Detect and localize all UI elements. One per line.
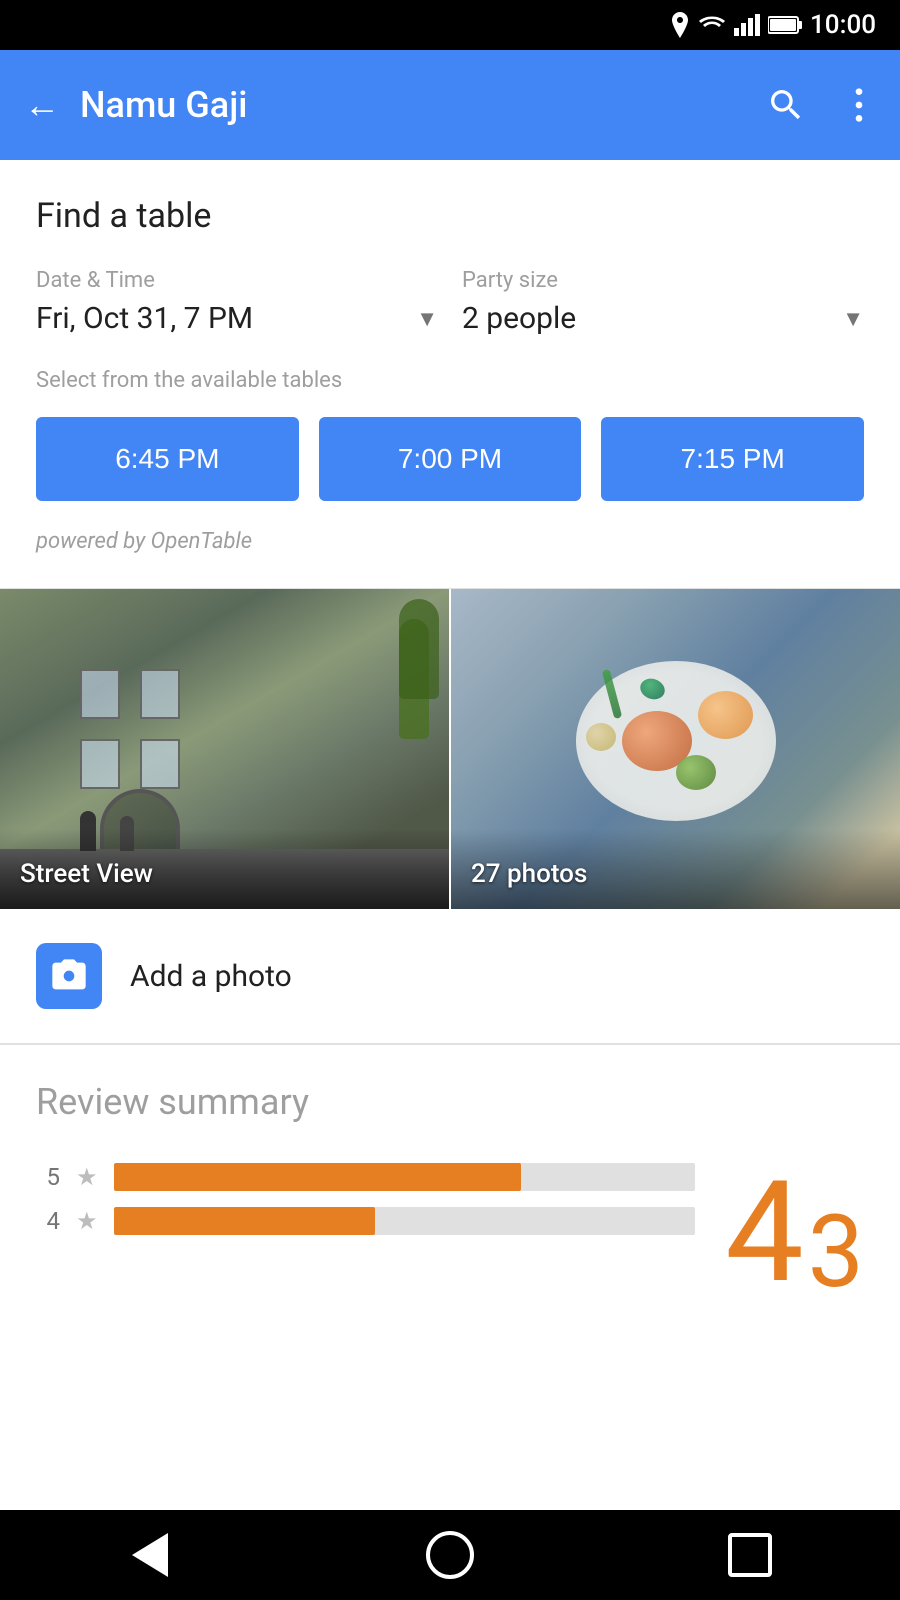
search-icon[interactable]: [766, 85, 806, 125]
date-time-field[interactable]: Date & Time Fri, Oct 31, 7 PM ▼: [36, 268, 438, 336]
main-content: Find a table Date & Time Fri, Oct 31, 7 …: [0, 160, 900, 1433]
time-slot-715[interactable]: 7:15 PM: [601, 417, 864, 501]
date-time-label: Date & Time: [36, 268, 438, 293]
rating-row-4: 4 ★: [36, 1207, 695, 1235]
food-photo[interactable]: 27 photos: [451, 589, 900, 909]
street-view-label: Street View: [20, 859, 153, 889]
date-time-value: Fri, Oct 31, 7 PM: [36, 301, 253, 336]
big-rating-display: 4 3: [695, 1163, 864, 1303]
date-time-arrow-icon: ▼: [416, 306, 438, 332]
party-size-dropdown[interactable]: 2 people ▼: [462, 301, 864, 336]
review-section: Review summary 5 ★ 4 ★: [0, 1044, 900, 1343]
status-bar: 10:00: [0, 0, 900, 50]
street-view-photo[interactable]: Street View: [0, 589, 451, 909]
find-table-title: Find a table: [36, 196, 864, 236]
rating-row-5: 5 ★: [36, 1163, 695, 1191]
big-rating-integer: 4: [725, 1163, 804, 1303]
nav-home-button[interactable]: [410, 1525, 490, 1585]
nav-recents-button[interactable]: [710, 1525, 790, 1585]
app-bar: ← Namu Gaji: [0, 50, 900, 160]
more-options-icon[interactable]: [842, 85, 876, 125]
available-tables-label: Select from the available tables: [36, 368, 864, 393]
time-slot-700[interactable]: 7:00 PM: [319, 417, 582, 501]
rating-bars: 5 ★ 4 ★: [36, 1163, 695, 1251]
add-photo-row[interactable]: Add a photo: [0, 909, 900, 1043]
rating-4-star-icon: ★: [76, 1207, 98, 1235]
party-size-value: 2 people: [462, 301, 576, 336]
rating-container: 5 ★ 4 ★ 4 3: [36, 1163, 864, 1303]
camera-svg: [49, 956, 89, 996]
back-button[interactable]: ←: [24, 84, 60, 126]
review-summary-title: Review summary: [36, 1081, 864, 1123]
status-time: 10:00: [810, 10, 876, 40]
photo-gallery: Street View 27 photos: [0, 589, 900, 909]
rating-4-bar-bg: [114, 1207, 696, 1235]
rating-5-bar-fill: [114, 1163, 521, 1191]
find-table-section: Find a table Date & Time Fri, Oct 31, 7 …: [0, 160, 900, 588]
date-time-dropdown[interactable]: Fri, Oct 31, 7 PM ▼: [36, 301, 438, 336]
rating-5-star-icon: ★: [76, 1163, 98, 1191]
time-slots-row: 6:45 PM 7:00 PM 7:15 PM: [36, 417, 864, 501]
rating-5-bar-bg: [114, 1163, 696, 1191]
location-pin-icon: [670, 12, 690, 38]
rating-4-num: 4: [36, 1207, 60, 1235]
photos-count-label: 27 photos: [471, 859, 587, 889]
camera-icon: [36, 943, 102, 1009]
party-size-field[interactable]: Party size 2 people ▼: [462, 268, 864, 336]
page-title: Namu Gaji: [80, 84, 746, 126]
battery-icon: [768, 15, 802, 35]
party-size-arrow-icon: ▼: [842, 306, 864, 332]
reservation-form-row: Date & Time Fri, Oct 31, 7 PM ▼ Party si…: [36, 268, 864, 336]
add-photo-label: Add a photo: [130, 959, 292, 994]
signal-icon: [734, 14, 760, 36]
powered-by-label: powered by OpenTable: [36, 529, 864, 554]
big-rating-decimal: 3: [808, 1203, 864, 1303]
rating-5-num: 5: [36, 1163, 60, 1191]
time-slot-645[interactable]: 6:45 PM: [36, 417, 299, 501]
bottom-spacer: [0, 1343, 900, 1433]
bottom-navigation: [0, 1510, 900, 1600]
wifi-icon: [698, 14, 726, 36]
rating-4-bar-fill: [114, 1207, 376, 1235]
nav-back-button[interactable]: [110, 1525, 190, 1585]
party-size-label: Party size: [462, 268, 864, 293]
status-icons: 10:00: [670, 10, 876, 40]
